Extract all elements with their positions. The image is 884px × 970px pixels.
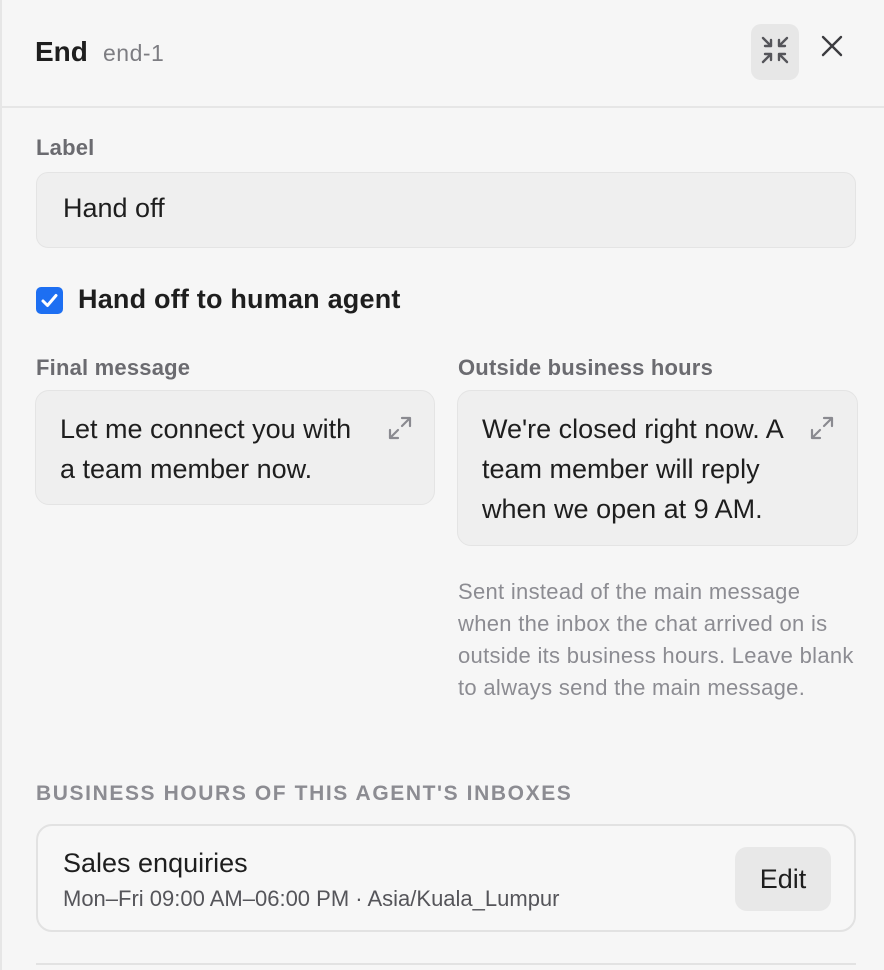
inbox-name: Sales enquiries (63, 848, 248, 878)
label-input[interactable]: Hand off (36, 172, 856, 248)
close-icon (821, 35, 843, 62)
panel-title: End (35, 36, 88, 67)
inbox-card: Sales enquiries Mon–Fri 09:00 AM–06:00 P… (36, 824, 856, 932)
final-message-text: Let me connect you with a team member no… (60, 414, 352, 484)
panel-header: End end-1 (2, 0, 884, 108)
edit-hours-button[interactable]: Edit (735, 847, 831, 911)
outside-hours-text: We're closed right now. A team member wi… (482, 414, 783, 524)
end-node-panel: End end-1 Label Hand off Hand off to hum… (0, 0, 884, 970)
label-field-label: Label (36, 135, 95, 160)
outside-hours-label: Outside business hours (458, 355, 714, 380)
divider (36, 963, 856, 965)
node-id: end-1 (103, 40, 165, 66)
business-hours-section-title: BUSINESS HOURS OF THIS AGENT'S INBOXES (36, 782, 573, 805)
final-message-textarea[interactable]: Let me connect you with a team member no… (35, 390, 435, 505)
inbox-hours: Mon–Fri 09:00 AM–06:00 PM · Asia/Kuala_L… (63, 886, 560, 911)
final-message-label: Final message (36, 355, 191, 380)
expand-icon[interactable] (807, 413, 837, 443)
expand-icon[interactable] (385, 413, 415, 443)
close-button[interactable] (814, 30, 850, 66)
outside-hours-help-text: Sent instead of the main message when th… (458, 579, 854, 700)
handoff-checkbox-label[interactable]: Hand off to human agent (78, 284, 401, 315)
handoff-checkbox[interactable] (36, 287, 63, 314)
collapse-icon (760, 35, 790, 70)
outside-hours-textarea[interactable]: We're closed right now. A team member wi… (457, 390, 858, 546)
collapse-button[interactable] (751, 24, 799, 80)
